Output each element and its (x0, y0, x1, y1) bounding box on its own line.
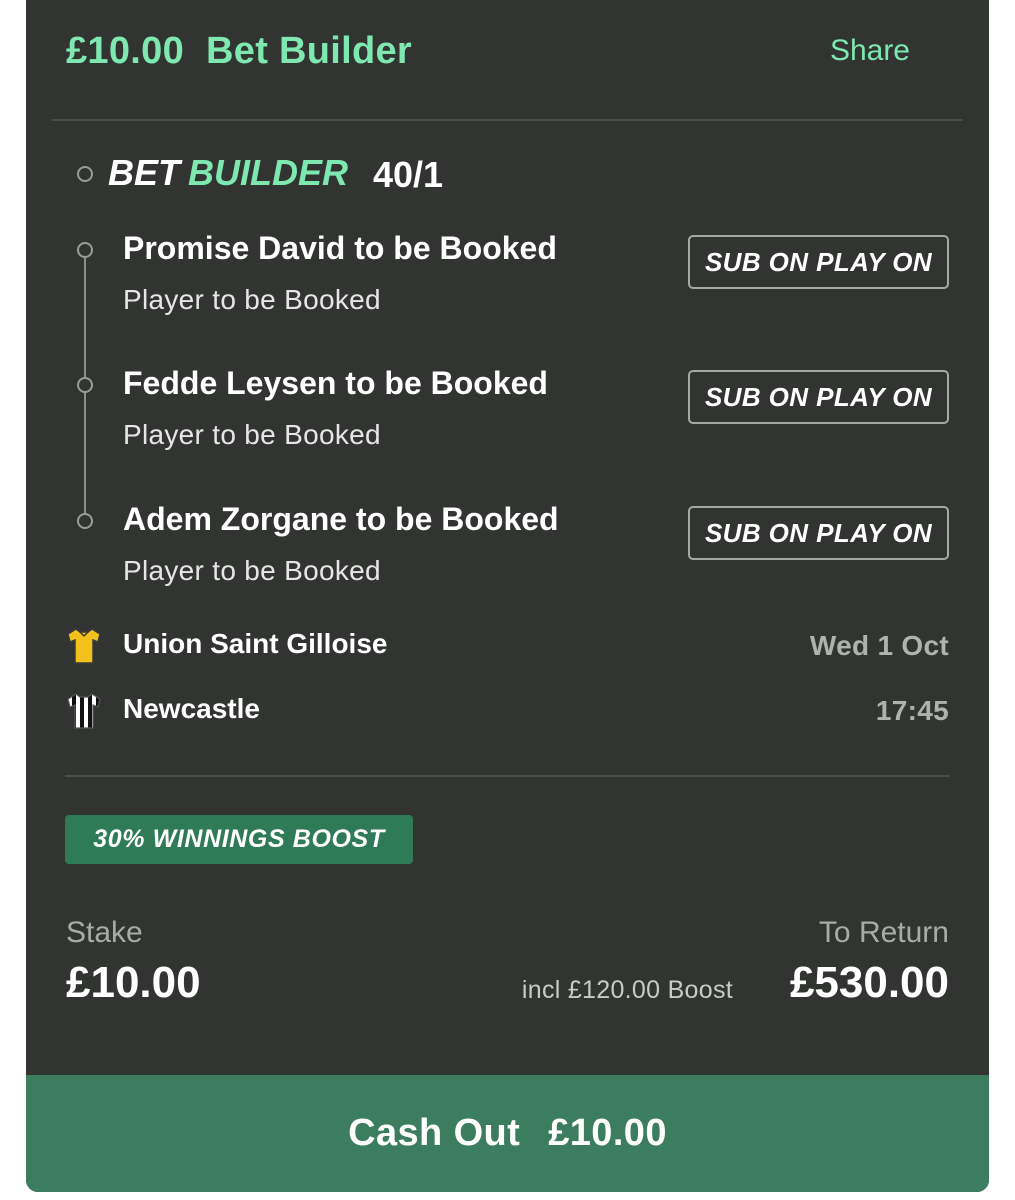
boost-included-text: incl £120.00 Boost (521, 976, 733, 1004)
winnings-boost-badge: 30% WINNINGS BOOST (65, 815, 413, 864)
sub-on-play-on-badge[interactable]: SUB ON PLAY ON (688, 370, 949, 424)
selection-name: Promise David to be Booked (123, 230, 557, 266)
selection-dot-icon (77, 377, 93, 393)
event-time: 17:45 (875, 695, 949, 726)
selection-market: Player to be Booked (123, 284, 381, 315)
to-return-value: £530.00 (789, 958, 949, 1007)
yellow-shirt-icon (67, 628, 101, 664)
stake-label: Stake (66, 916, 143, 949)
selection-name: Fedde Leysen to be Booked (123, 365, 548, 401)
bet-builder-label: BET BUILDER (108, 152, 348, 194)
home-team-name: Union Saint Gilloise (123, 628, 388, 659)
bet-builder-dot-icon (77, 166, 93, 182)
striped-shirt-icon (67, 693, 101, 729)
bet-header-amount: £10.00 (66, 30, 185, 72)
bet-header-title: £10.00 Bet Builder (66, 30, 412, 73)
cash-out-button[interactable]: Cash Out £10.00 (26, 1075, 989, 1192)
bet-builder-odds: 40/1 (373, 154, 444, 195)
sub-on-play-on-badge[interactable]: SUB ON PLAY ON (688, 506, 949, 560)
bet-card: £10.00 Bet Builder Share BET BUILDER 40/1 … (26, 0, 989, 1192)
to-return-label: To Return (818, 916, 949, 949)
share-button[interactable]: Share (830, 34, 910, 68)
away-team-name: Newcastle (123, 693, 260, 724)
event-divider (65, 775, 950, 777)
bet-builder-label-part2: BUILDER (188, 152, 348, 193)
selection-name: Adem Zorgane to be Booked (123, 501, 559, 537)
event-date: Wed 1 Oct (809, 630, 949, 661)
cash-out-amount: £10.00 (548, 1112, 667, 1154)
sub-on-play-on-badge[interactable]: SUB ON PLAY ON (688, 235, 949, 289)
selection-market: Player to be Booked (123, 555, 381, 586)
selection-market: Player to be Booked (123, 419, 381, 450)
bet-header-type: Bet Builder (206, 30, 413, 72)
header-divider (52, 119, 963, 121)
cash-out-label: Cash Out (348, 1112, 521, 1154)
selection-dot-icon (77, 513, 93, 529)
bet-builder-label-part1: BET (108, 152, 180, 193)
selection-dot-icon (77, 242, 93, 258)
stake-value: £10.00 (66, 958, 201, 1007)
